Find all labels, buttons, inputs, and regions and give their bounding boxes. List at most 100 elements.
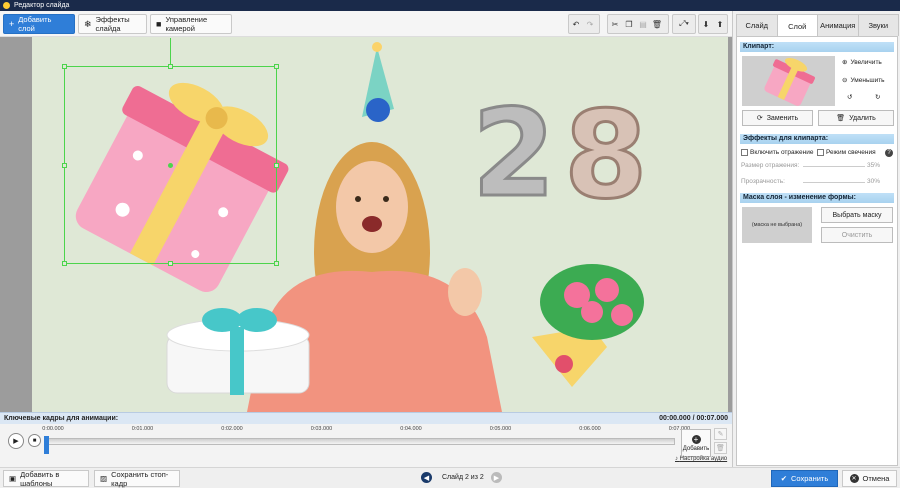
choose-mask-button[interactable]: Выбрать маску xyxy=(821,207,893,223)
layer-order-group: ⬇ ⬆ xyxy=(698,14,728,34)
add-keyframe-button[interactable]: + Добавить xyxy=(681,429,711,457)
next-slide-button[interactable]: ▶ xyxy=(491,472,502,483)
mask-section-header: Маска слоя - изменение формы: xyxy=(740,193,894,203)
add-layer-button[interactable]: + Добавить слой xyxy=(3,14,75,34)
timeline-track[interactable] xyxy=(45,438,675,445)
center-point[interactable] xyxy=(168,163,173,168)
resize-handle-e[interactable] xyxy=(274,163,279,168)
check-icon: ✔ xyxy=(780,474,787,483)
delete-icon[interactable]: 🗑 xyxy=(650,15,664,33)
reflection-checkbox[interactable]: Включить отражение xyxy=(741,149,813,156)
time-tick: 0:00.000 xyxy=(42,426,64,432)
play-icon: ▶ xyxy=(13,438,19,445)
clipart-thumbnail xyxy=(742,56,835,106)
move-down-icon[interactable]: ⬇ xyxy=(699,15,713,33)
fit-screen-icon[interactable]: ⤢▾ xyxy=(673,15,695,33)
undo-redo-group: ↶ ↷ xyxy=(568,14,600,34)
tab-animation[interactable]: Анимация xyxy=(817,14,859,36)
time-tick: 0:05.000 xyxy=(489,426,512,432)
plus-icon: + xyxy=(9,18,15,29)
help-icon[interactable]: ? xyxy=(885,149,893,157)
replace-icon: ⟳ xyxy=(756,115,763,122)
rotation-handle-line xyxy=(170,38,171,67)
slide-canvas[interactable]: 2 8 xyxy=(32,37,728,412)
save-button[interactable]: ✔ Сохранить xyxy=(771,470,838,487)
copy-icon[interactable]: ❐ xyxy=(622,15,636,33)
cut-icon[interactable]: ✂ xyxy=(608,15,622,33)
layer-tab-body: Клипарт: ⊕ Увеличить ⊖ Уменьшить ↺ ↻ ⟳ Заме… xyxy=(736,36,898,466)
playhead-marker[interactable] xyxy=(44,436,49,454)
rotate-left-button[interactable]: ↺ xyxy=(847,93,852,101)
save-frame-button[interactable]: ▨ Сохранить стоп-кадр xyxy=(94,470,180,488)
transparency-slider[interactable] xyxy=(803,182,865,183)
tab-layer[interactable]: Слой xyxy=(776,14,818,37)
snowflake-icon: ❄ xyxy=(84,18,92,29)
move-up-icon[interactable]: ⬆ xyxy=(713,15,727,33)
time-tick: 0:06.000 xyxy=(579,426,601,432)
rotate-left-icon: ↺ xyxy=(847,94,853,101)
image-icon: ▨ xyxy=(100,474,108,483)
redo-icon[interactable]: ↷ xyxy=(583,15,597,33)
slide-counter: Слайд 2 из 2 xyxy=(442,474,484,481)
delete-clipart-button[interactable]: 🗑 Удалить xyxy=(818,110,894,126)
time-tick: 0:04.000 xyxy=(400,426,422,432)
fit-group: ⤢▾ xyxy=(672,14,696,34)
camera-control-button[interactable]: ■ Управление камерой xyxy=(150,14,232,34)
reflection-size-value[interactable]: 35% xyxy=(867,162,880,169)
play-button[interactable]: ▶ xyxy=(8,433,24,449)
bottom-bar: ▣ Добавить в шаблоны ▨ Сохранить стоп-ка… xyxy=(0,467,900,488)
fist-shape xyxy=(448,268,482,316)
zoom-out-button[interactable]: ⊖ Уменьшить xyxy=(842,76,885,85)
edit-group: ✂ ❐ ▤ 🗑 xyxy=(607,14,669,34)
mask-preview: (маска не выбрана) xyxy=(742,207,812,243)
tab-sounds[interactable]: Звуки xyxy=(857,14,899,36)
window-title: Редактор слайда xyxy=(14,2,70,9)
balloon-eight: 8 xyxy=(564,87,648,226)
resize-handle-nw[interactable] xyxy=(62,64,67,69)
paste-icon[interactable]: ▤ xyxy=(636,15,650,33)
rotate-right-icon: ↻ xyxy=(875,94,881,101)
resize-handle-s[interactable] xyxy=(168,261,173,266)
close-icon: ✕ xyxy=(849,474,859,483)
cancel-button[interactable]: ✕ Отмена xyxy=(842,470,897,487)
app-icon xyxy=(3,2,10,9)
clear-mask-button[interactable]: Очистить xyxy=(821,227,893,243)
mouth-shape xyxy=(362,216,382,232)
time-tick: 0:01.000 xyxy=(131,426,154,432)
keyframes-timeline: ▶ ■ 0:00.000 0:01.000 0:02.000 0:03.000 0:04… xyxy=(0,424,732,467)
zoom-in-button[interactable]: ⊕ Увеличить xyxy=(842,58,882,67)
selection-frame[interactable] xyxy=(62,38,279,266)
replace-button[interactable]: ⟳ Заменить xyxy=(742,110,813,126)
face-shape xyxy=(336,161,408,253)
resize-handle-se[interactable] xyxy=(274,261,279,266)
template-icon: ▣ xyxy=(9,474,17,483)
keyframes-header: Ключевые кадры для анимации: 00:00.000 /… xyxy=(0,412,732,424)
stop-button[interactable]: ■ xyxy=(28,434,41,447)
resize-handle-w[interactable] xyxy=(62,163,67,168)
transparency-label: Прозрачность: xyxy=(741,178,785,185)
prev-slide-button[interactable]: ◀ xyxy=(421,472,432,483)
delete-keyframe-icon[interactable]: 🗑 xyxy=(714,442,727,454)
tab-slide[interactable]: Слайд xyxy=(736,14,778,36)
undo-icon[interactable]: ↶ xyxy=(569,15,583,33)
resize-handle-ne[interactable] xyxy=(274,64,279,69)
keyframes-title: Ключевые кадры для анимации: xyxy=(4,415,119,422)
glow-checkbox[interactable]: Режим свечения xyxy=(817,149,876,156)
plus-circle-icon: + xyxy=(691,434,701,444)
slide-effects-button[interactable]: ❄ Эффекты слайда xyxy=(78,14,147,34)
edit-keyframe-icon[interactable]: ✎ xyxy=(714,428,727,440)
rotate-right-button[interactable]: ↻ xyxy=(875,93,880,101)
resize-handle-sw[interactable] xyxy=(62,261,67,266)
note-icon: ♪ xyxy=(675,456,678,462)
time-tick: 0:03.000 xyxy=(310,426,333,432)
title-bar: Редактор слайда xyxy=(0,0,900,11)
audio-settings-link[interactable]: ♪ Настройка аудио xyxy=(675,456,727,462)
add-to-templates-button[interactable]: ▣ Добавить в шаблоны xyxy=(3,470,89,488)
time-readout: 00:00.000 / 00:07.000 xyxy=(659,415,728,422)
resize-handle-n[interactable] xyxy=(168,64,173,69)
balloon-two: 2 xyxy=(472,85,556,224)
transparency-value[interactable]: 30% xyxy=(867,178,880,185)
zoom-out-icon: ⊖ xyxy=(842,77,848,84)
reflection-size-slider[interactable] xyxy=(803,166,865,167)
bouquet-clipart xyxy=(532,264,644,387)
